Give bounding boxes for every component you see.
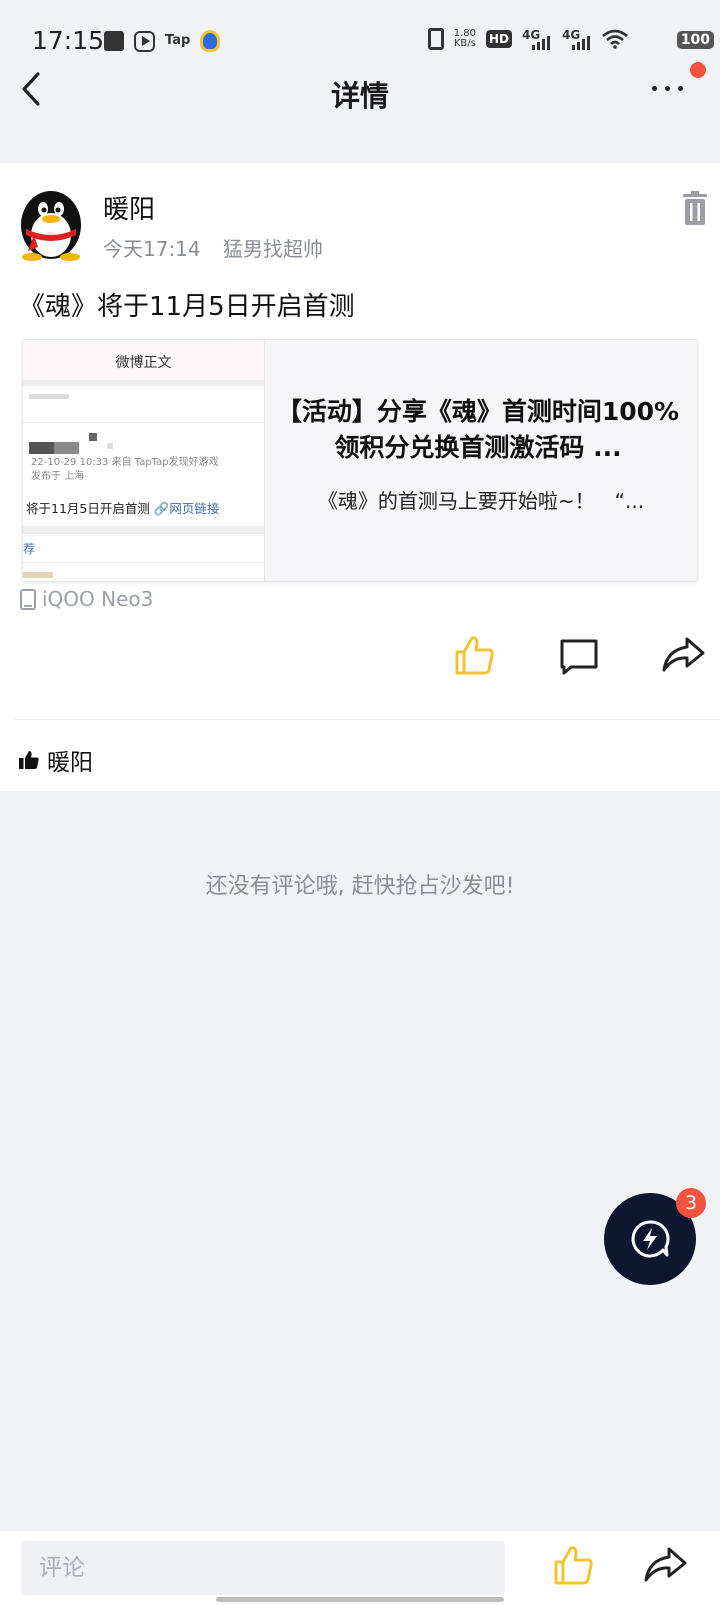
author-name[interactable]: 暖阳 <box>103 189 155 226</box>
thumb-date-line: 22-10-29 10:33 来自 TapTap发现好游戏 <box>31 457 219 468</box>
liker-names[interactable]: 暖阳 <box>47 743 93 777</box>
page-title: 详情 <box>330 79 389 113</box>
qq-icon <box>200 30 221 52</box>
post-time: 今天17:14 <box>103 237 201 261</box>
divider <box>14 719 720 720</box>
thumb-location-line: 发布于 上海 <box>31 471 85 482</box>
notification-dot <box>690 62 706 78</box>
delete-icon[interactable] <box>682 191 708 225</box>
comment-input[interactable] <box>21 1541 505 1595</box>
notification-icons: Tap <box>104 30 221 52</box>
status-bar: 17:15 Tap 1.80 KB/s HD 4G 4G 100 <box>0 0 720 70</box>
thumb-date: 22-10-29 10:33 来自 TapTap发现好游戏 发布于 上海 <box>31 456 219 484</box>
link-thumbnail: 微博正文 22-10-29 10:33 来自 TapTap发现好游戏 发布于 上… <box>23 340 265 581</box>
signal-sim1-icon: 4G <box>522 28 552 50</box>
video-app-icon <box>134 30 155 52</box>
post-card: 暖阳 今天17:14 猛男找超帅 《魂》将于11月5日开启首测 微博正文 22-… <box>0 163 720 791</box>
thumbs-up-filled-icon <box>19 751 39 769</box>
status-time: 17:15 <box>32 26 105 55</box>
hd-voice-icon: HD <box>485 30 512 48</box>
like-icon[interactable] <box>453 633 497 677</box>
share-icon[interactable] <box>661 633 705 677</box>
wifi-icon <box>602 29 628 49</box>
taptap-icon: Tap <box>165 33 191 48</box>
nav-header: 详情 <box>0 62 720 160</box>
thumb-text-main: 将于11月5日开启首测 <box>26 501 150 516</box>
device-info: iQOO Neo3 <box>20 587 153 611</box>
phone-icon <box>20 588 36 610</box>
avatar[interactable] <box>14 183 88 261</box>
empty-comments-message: 还没有评论哦, 赶快抢占沙发吧! <box>205 874 515 899</box>
comment-icon[interactable] <box>557 633 601 677</box>
post-detail-page: 17:15 Tap 1.80 KB/s HD 4G 4G 100 详情 暖阳 今… <box>0 0 720 1605</box>
thumb-text: 将于11月5日开启首测 🔗网页链接 <box>26 498 219 517</box>
thumb-header: 微博正文 <box>23 340 264 386</box>
system-icons: 1.80 KB/s HD 4G 4G 100 <box>427 28 714 50</box>
post-group[interactable]: 猛男找超帅 <box>223 237 323 261</box>
device-name: iQOO Neo3 <box>42 587 154 611</box>
bottom-share-icon[interactable] <box>643 1545 687 1585</box>
bottom-action-bar <box>0 1531 720 1605</box>
home-indicator[interactable] <box>216 1597 504 1602</box>
battery-icon: 100 <box>676 31 714 49</box>
post-actions <box>0 633 720 693</box>
network-speed-unit: KB/s <box>453 38 476 49</box>
vibrate-icon <box>427 28 444 50</box>
signal-sim2-icon: 4G <box>562 28 592 50</box>
more-options-button[interactable] <box>652 78 692 98</box>
bottom-like-icon[interactable] <box>552 1543 596 1587</box>
thumb-rec: 荐 <box>23 542 36 556</box>
liked-by-row[interactable]: 暖阳 <box>19 743 93 777</box>
link-card-title: 【活动】分享《魂》首测时间100%领积分兑换首测激活码 ... <box>276 397 680 462</box>
thumb-link: 🔗网页链接 <box>153 501 220 516</box>
flash-chat-icon <box>631 1220 670 1258</box>
link-card-description: 《魂》的首测马上要开始啦~！ “... <box>317 489 645 513</box>
network-speed: 1.80 KB/s <box>454 29 476 49</box>
shared-link-card[interactable]: 微博正文 22-10-29 10:33 来自 TapTap发现好游戏 发布于 上… <box>22 339 698 582</box>
post-meta: 今天17:14 猛男找超帅 <box>103 233 323 262</box>
post-text: 《魂》将于11月5日开启首测 <box>19 292 355 322</box>
clipboard-icon <box>104 31 124 51</box>
unread-badge: 3 <box>676 1188 706 1218</box>
